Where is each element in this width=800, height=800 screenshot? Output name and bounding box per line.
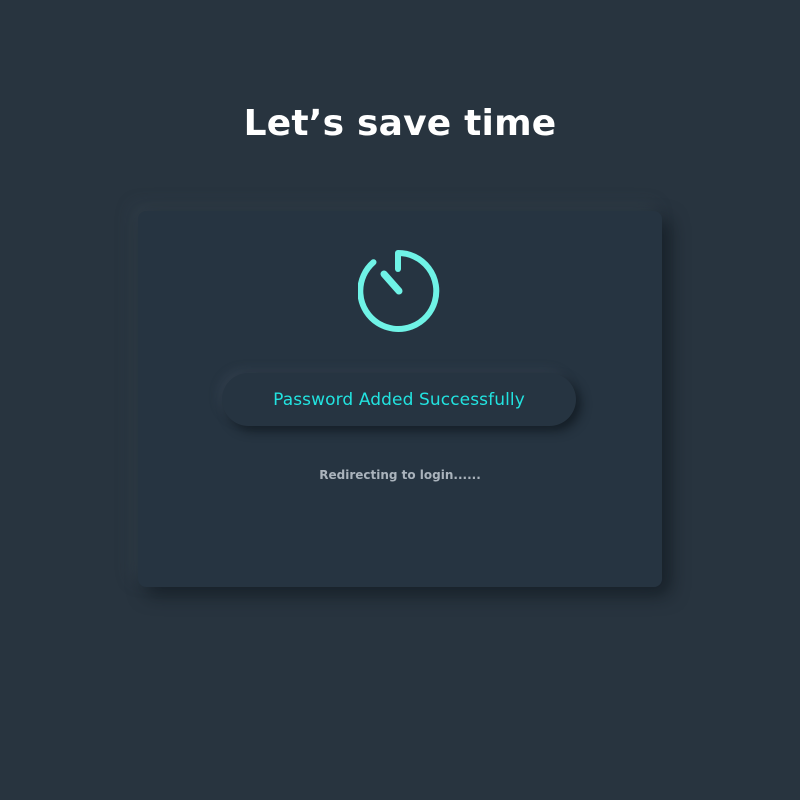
timer-icon (358, 249, 440, 332)
status-message-pill: Password Added Successfully (222, 373, 576, 426)
page-title: Let’s save time (243, 103, 557, 144)
status-message: Password Added Successfully (273, 389, 525, 410)
redirect-message: Redirecting to login...... (319, 468, 481, 482)
status-card: Password Added Successfully Redirecting … (138, 211, 662, 587)
